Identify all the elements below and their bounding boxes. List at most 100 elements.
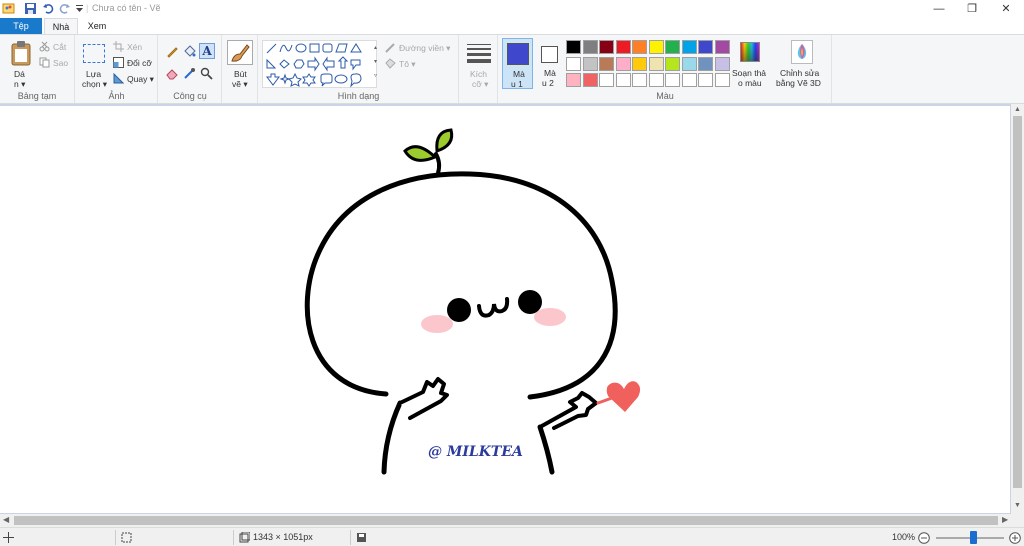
tab-home[interactable]: Nhà	[44, 18, 78, 35]
group-brushes[interactable]: Bút vẽ ▾	[223, 35, 258, 103]
edit-colors-button[interactable]: Soạn thả o màu	[732, 38, 770, 89]
tab-view[interactable]: Xem	[80, 18, 114, 35]
group-size[interactable]: Kích cỡ ▾	[460, 35, 498, 103]
palette-swatch[interactable]	[665, 40, 680, 54]
group-label-clipboard: Bảng tạm	[17, 91, 57, 101]
outline-dropdown[interactable]: Đường viền ▾	[399, 43, 450, 54]
close-button[interactable]: ✕	[989, 0, 1023, 18]
horizontal-scroll-thumb[interactable]	[14, 516, 998, 525]
customize-quick-access-icon[interactable]	[73, 2, 86, 15]
cursor-position-icon	[3, 532, 14, 543]
line-size-icon	[467, 42, 491, 63]
select-button[interactable]: Lựa chọn ▾	[79, 38, 109, 90]
drawing-canvas[interactable]: @ MILKTEA	[0, 106, 1010, 513]
color-picker-icon[interactable]	[183, 67, 196, 80]
palette-swatch[interactable]	[714, 56, 730, 71]
zoom-out-icon[interactable]	[918, 532, 930, 544]
shapes-gallery-icons	[266, 43, 362, 88]
image-size-icon	[239, 532, 250, 543]
group-label-tools: Công cụ	[173, 91, 207, 101]
window-title: Chưa có tên - Vẽ	[92, 3, 161, 13]
vertical-scrollbar[interactable]: ▲ ▼	[1011, 104, 1024, 514]
palette-swatch[interactable]	[698, 40, 713, 54]
palette-swatch[interactable]	[681, 56, 697, 71]
clipboard-icon	[11, 41, 31, 66]
palette-swatch[interactable]	[615, 40, 631, 54]
palette-swatch[interactable]	[698, 56, 713, 71]
palette-swatch[interactable]	[632, 56, 647, 71]
palette-swatch[interactable]	[632, 40, 647, 54]
palette-swatch[interactable]	[648, 56, 664, 71]
color-2-button[interactable]: Mà u 2	[536, 38, 564, 89]
cut-button[interactable]: Cắt	[53, 42, 66, 52]
palette-swatch[interactable]	[566, 73, 581, 87]
resize-icon	[113, 57, 124, 68]
paint-app-icon	[2, 3, 15, 14]
fill-bucket-icon[interactable]	[183, 45, 196, 58]
right-hand	[538, 391, 598, 430]
copy-button[interactable]: Sao	[53, 58, 68, 68]
color-1-button[interactable]: Mà u 1	[502, 38, 533, 89]
mouth	[477, 297, 510, 318]
palette-swatch[interactable]	[566, 56, 581, 71]
rotate-button[interactable]: Quay ▾	[127, 74, 154, 85]
minimize-button[interactable]: —	[922, 0, 956, 18]
color-2-swatch	[541, 46, 558, 63]
palette-swatch[interactable]	[615, 73, 631, 87]
palette-swatch[interactable]	[681, 73, 697, 87]
palette-swatch[interactable]	[566, 40, 581, 54]
group-tools: A Công cụ	[159, 35, 222, 103]
group-image: Lựa chọn ▾ Xén Đổi cỡ Quay ▾ Ảnh	[76, 35, 158, 103]
vertical-scroll-thumb[interactable]	[1013, 116, 1022, 488]
paste-button[interactable]: Dá n ▾	[5, 38, 35, 90]
edit-with-paint-3d-button[interactable]: Chỉnh sửa bằng Vẽ 3D	[776, 38, 828, 89]
palette-swatch[interactable]	[714, 40, 730, 54]
palette-swatch[interactable]	[665, 73, 680, 87]
eraser-icon[interactable]	[166, 67, 179, 80]
magnifier-icon[interactable]	[200, 67, 213, 80]
eye-left	[447, 298, 471, 322]
palette-swatch[interactable]	[648, 40, 664, 54]
palette-swatch[interactable]	[681, 40, 697, 54]
shapes-gallery[interactable]	[262, 40, 377, 88]
text-tool-icon[interactable]: A	[199, 43, 215, 59]
scroll-down-arrow-icon[interactable]: ▼	[1011, 502, 1024, 509]
drawing: @ MILKTEA	[304, 128, 641, 475]
palette-swatch[interactable]	[599, 56, 614, 71]
palette-swatch[interactable]	[665, 56, 680, 71]
save-icon[interactable]	[24, 2, 37, 15]
scroll-up-arrow-icon[interactable]: ▲	[1011, 106, 1024, 113]
palette-swatch[interactable]	[599, 40, 614, 54]
tab-file[interactable]: Tệp	[0, 18, 42, 35]
palette-swatch[interactable]	[615, 56, 631, 71]
undo-icon[interactable]	[42, 2, 55, 15]
heart-string	[596, 396, 614, 405]
title-bar: | Chưa có tên - Vẽ — ❐ ✕	[0, 0, 1024, 18]
palette-swatch[interactable]	[648, 73, 664, 87]
maximize-button[interactable]: ❐	[955, 0, 989, 18]
body-right-side	[537, 424, 555, 475]
horizontal-scrollbar[interactable]: ◀ ▶	[0, 514, 1024, 527]
left-hand	[398, 377, 449, 420]
scroll-left-arrow-icon[interactable]: ◀	[3, 515, 9, 524]
crop-button[interactable]: Xén	[127, 42, 142, 52]
scroll-right-arrow-icon[interactable]: ▶	[1002, 515, 1008, 524]
zoom-in-icon[interactable]	[1009, 532, 1021, 544]
fill-dropdown[interactable]: Tô ▾	[399, 59, 416, 70]
pencil-icon[interactable]	[166, 45, 179, 58]
palette-swatch[interactable]	[582, 73, 598, 87]
resize-button[interactable]: Đổi cỡ	[127, 58, 152, 68]
palette-swatch[interactable]	[698, 73, 713, 87]
palette-swatch[interactable]	[714, 73, 730, 87]
body-left-side	[381, 400, 403, 475]
zoom-slider-thumb[interactable]	[969, 531, 977, 544]
shapes-scroll[interactable]: ▴ ▾ ▿	[372, 41, 379, 87]
palette-swatch[interactable]	[632, 73, 647, 87]
redo-icon[interactable]	[58, 2, 71, 15]
palette-swatch[interactable]	[582, 56, 598, 71]
group-label-image: Ảnh	[108, 91, 125, 101]
palette-swatch[interactable]	[599, 73, 614, 87]
palette-swatch[interactable]	[582, 40, 598, 54]
scissors-icon	[39, 41, 50, 52]
zoom-level-text: 100%	[892, 532, 916, 542]
